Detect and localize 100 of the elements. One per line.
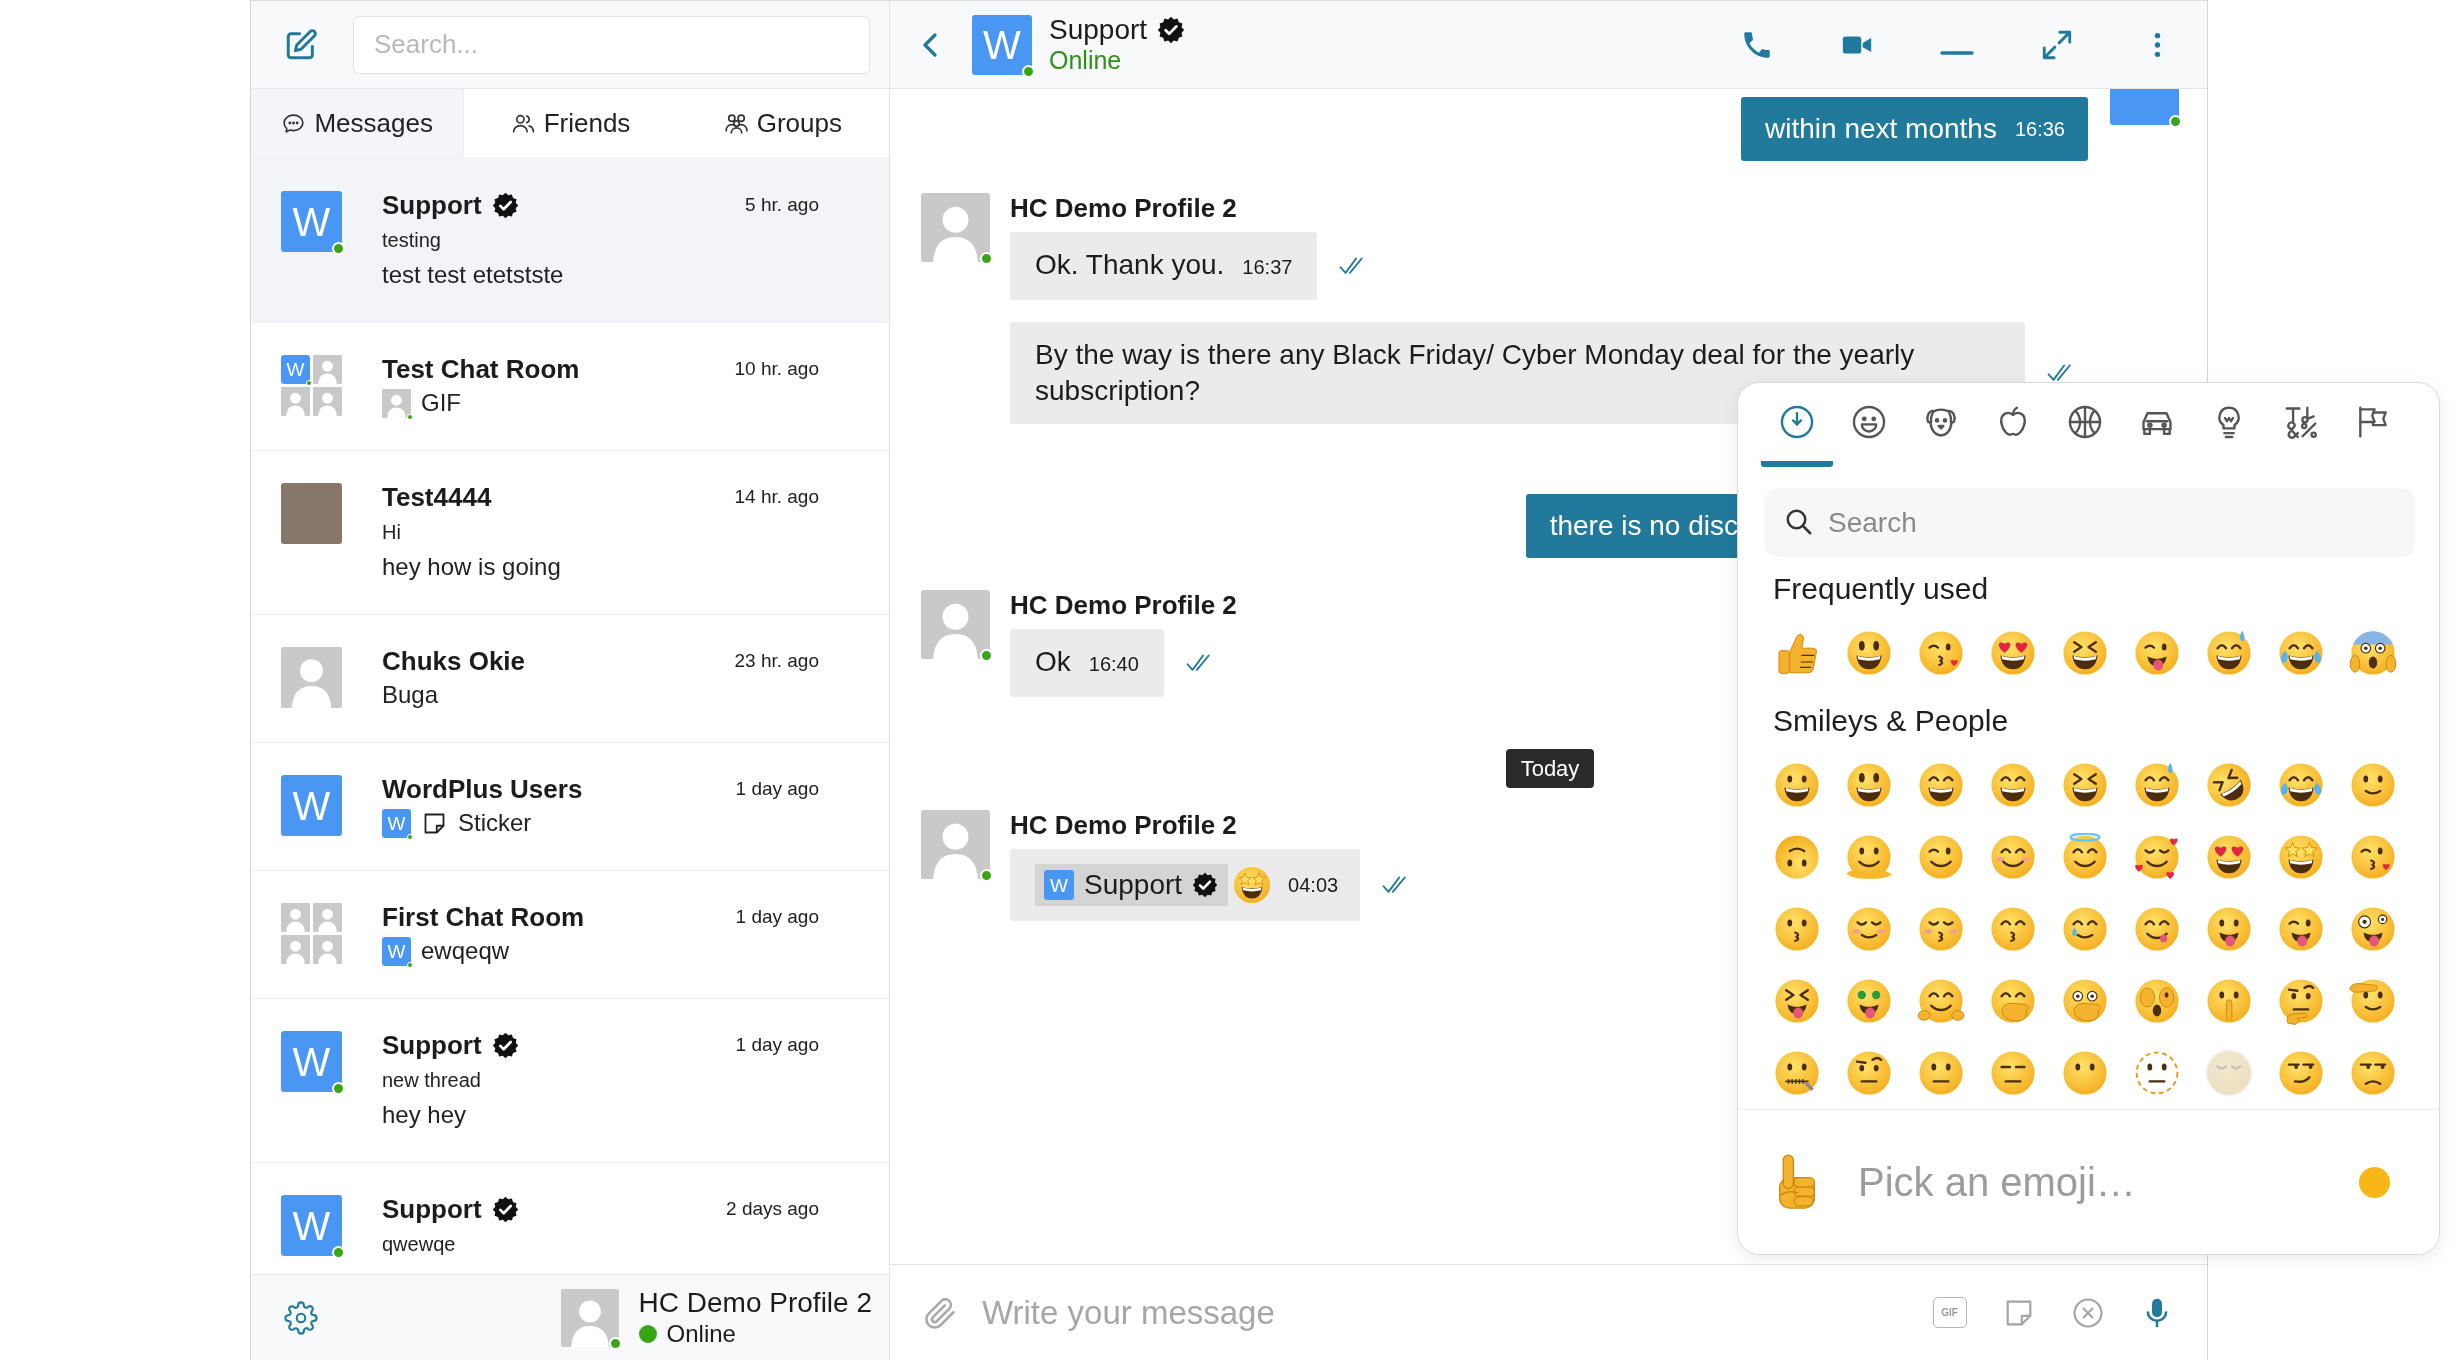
winking-tongue-face-icon[interactable] <box>2133 629 2181 677</box>
shushing-face-icon[interactable] <box>2205 977 2253 1025</box>
grinning-face-icon[interactable] <box>1773 761 1821 809</box>
sidebar-tab[interactable]: Messages <box>251 89 465 158</box>
conversation-name: Support <box>382 1029 482 1062</box>
grinning-face-icon[interactable] <box>1845 629 1893 677</box>
squinting-tongue-face-icon[interactable] <box>1773 977 1821 1025</box>
message-time: 16:36 <box>2014 117 2065 141</box>
grinning-face-icon[interactable] <box>1845 761 1893 809</box>
tears-of-joy-face-icon[interactable] <box>2277 761 2325 809</box>
beaming-face-icon[interactable] <box>1989 761 2037 809</box>
smirking-face-icon[interactable] <box>2277 1049 2325 1097</box>
halo-face-icon[interactable] <box>2061 833 2109 881</box>
conversation-time: 14 hr. ago <box>734 486 819 508</box>
avatar-letter: W <box>286 360 305 379</box>
melting-face-icon[interactable] <box>1845 833 1893 881</box>
zany-face-icon[interactable] <box>2349 905 2397 953</box>
laughing-face-icon[interactable] <box>2061 761 2109 809</box>
grinning-squinting-face-icon[interactable] <box>1917 761 1965 809</box>
laughing-face-icon[interactable] <box>2061 629 2109 677</box>
rolling-laughing-face-icon[interactable] <box>2205 761 2253 809</box>
no-mouth-face-icon[interactable] <box>2061 1049 2109 1097</box>
message-text: By the way is there any Black Friday/ Cyber Monday deal for the yearly subscription? <box>1035 338 1916 408</box>
smiling-eyes-face-icon[interactable] <box>1989 833 2037 881</box>
sender-name: HC Demo Profile 2 <box>1010 193 1237 223</box>
sweat-grin-face-icon[interactable] <box>2205 629 2253 677</box>
conversation-item[interactable]: W Support 5 hr. ago testing test test etetstste <box>251 159 889 323</box>
smiling-tear-face-icon[interactable] <box>2061 905 2109 953</box>
conversation-subject: Hi <box>382 520 402 545</box>
conversation-time: 10 hr. ago <box>734 358 819 380</box>
edit-icon[interactable] <box>284 27 318 62</box>
avatar-letter: W <box>983 24 1021 65</box>
emoji-search-field[interactable]: Search <box>1764 488 2415 557</box>
kissing-face-icon[interactable] <box>1773 905 1821 953</box>
saluting-face-icon[interactable] <box>2349 977 2397 1025</box>
hugging-face-icon[interactable] <box>1917 977 1965 1025</box>
message-text: Ok <box>1035 645 1071 679</box>
message-text: within next months <box>1765 113 1997 145</box>
message-time: 16:37 <box>1242 255 1293 280</box>
more-icon[interactable] <box>2153 30 2161 59</box>
search-field[interactable]: Search... <box>353 15 870 74</box>
peeking-face-icon[interactable] <box>2133 977 2181 1025</box>
winking-face-icon[interactable] <box>1917 833 1965 881</box>
hand-over-mouth-face-icon[interactable] <box>2061 977 2109 1025</box>
user-avatar-icon <box>560 1288 619 1347</box>
avatar-letter: W <box>387 941 406 961</box>
conversation-name: Test Chat Room <box>382 353 580 386</box>
chat-bubbles-icon <box>281 111 307 136</box>
screaming-face-icon[interactable] <box>2349 629 2397 677</box>
mention-tag[interactable]: W Support <box>1035 864 1229 906</box>
sweat-grin-face-icon[interactable] <box>2133 761 2181 809</box>
conversation-time: 1 day ago <box>735 778 819 800</box>
conversation-subject: testing <box>382 228 442 253</box>
message-preview: GIF <box>421 388 461 418</box>
basketball-icon <box>2066 403 2104 441</box>
smiling-face-icon[interactable] <box>1845 905 1893 953</box>
conversation-subject: new thread <box>382 1068 482 1093</box>
avatar-letter: W <box>292 1205 331 1246</box>
tongue-out-face-icon[interactable] <box>2205 905 2253 953</box>
sender-name: HC Demo Profile 2 <box>1010 810 1237 840</box>
user-avatar-icon <box>921 590 990 659</box>
message-input[interactable]: Write your message <box>962 1282 1915 1343</box>
avatar-letter: W <box>1050 875 1068 895</box>
user-avatar-icon <box>382 388 411 418</box>
conversation-name: Support <box>382 1193 482 1226</box>
smiling-face-with-hearts-icon[interactable] <box>2133 833 2181 881</box>
unamused-face-icon[interactable] <box>2349 1049 2397 1097</box>
raised-eyebrow-face-icon[interactable] <box>1845 1049 1893 1097</box>
tears-of-joy-face-icon[interactable] <box>2277 629 2325 677</box>
slightly-smiling-face-icon[interactable] <box>2349 761 2397 809</box>
kissing-closed-eyes-face-icon[interactable] <box>1917 905 1965 953</box>
contact-name: Support <box>1049 14 1148 45</box>
money-eyes-face-icon[interactable] <box>1845 977 1893 1025</box>
minimize-icon[interactable] <box>1940 49 1974 56</box>
dotted-line-face-icon[interactable] <box>2133 1049 2181 1097</box>
conversation-subject: qwewqe <box>382 1232 457 1257</box>
kissing-smiling-eyes-face-icon[interactable] <box>1989 905 2037 953</box>
upside-down-face-icon[interactable] <box>1773 833 1821 881</box>
message-preview: test test etetstste <box>382 260 564 290</box>
tongue-licking-face-icon[interactable] <box>2133 905 2181 953</box>
avatar-letter: W <box>387 813 406 833</box>
avatar-letter: W <box>292 1041 331 1082</box>
neutral-face-icon[interactable] <box>1917 1049 1965 1097</box>
star-eyes-face-icon[interactable] <box>2277 833 2325 881</box>
conversation-name: WordPlus Users <box>382 773 583 806</box>
star-eyes-face-icon <box>1232 865 1273 905</box>
hand-over-mouth-face-icon[interactable] <box>1989 977 2037 1025</box>
clock-icon <box>1778 403 1816 441</box>
zipper-mouth-face-icon[interactable] <box>1773 1049 1821 1097</box>
conversation-time: 1 day ago <box>735 906 819 928</box>
heart-eyes-face-icon[interactable] <box>1989 629 2037 677</box>
winking-tongue-face-icon[interactable] <box>2277 905 2325 953</box>
heart-eyes-face-icon[interactable] <box>2205 833 2253 881</box>
message-preview: Sticker <box>458 808 532 838</box>
thinking-face-icon[interactable] <box>2277 977 2325 1025</box>
expressionless-face-icon[interactable] <box>1989 1049 2037 1097</box>
settings-icon[interactable] <box>284 1300 318 1335</box>
face-blowing-kiss-icon[interactable] <box>2349 833 2397 881</box>
mention-name: Support <box>1084 868 1183 902</box>
face-blowing-kiss-icon[interactable] <box>1917 629 1965 677</box>
